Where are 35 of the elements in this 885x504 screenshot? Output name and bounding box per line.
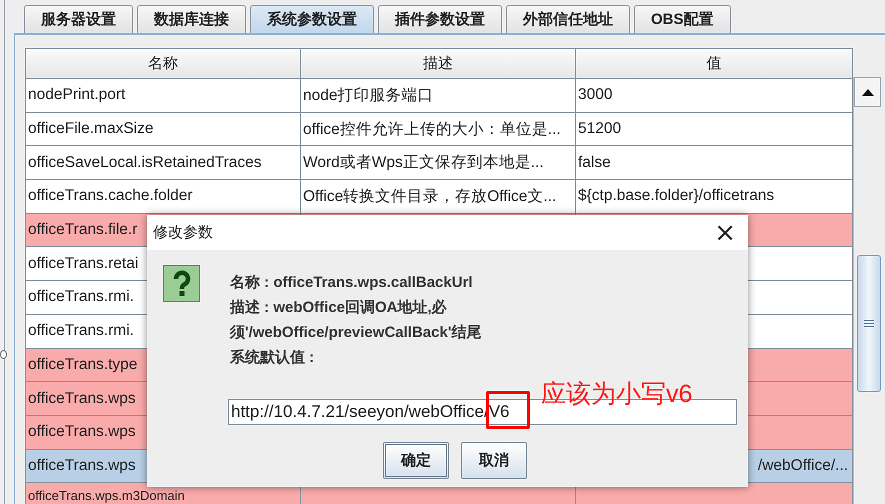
scrollbar-thumb[interactable] xyxy=(857,255,882,392)
up-arrow-icon xyxy=(862,88,874,96)
tab[interactable]: OBS配置 xyxy=(634,5,731,33)
question-icon xyxy=(163,265,201,303)
table-row[interactable]: officeSaveLocal.isRetainedTraces Word或者Wps正文保存到本地是... false xyxy=(26,146,852,180)
table-cell: officeFile.maxSize xyxy=(26,112,301,146)
tab[interactable]: 服务器设置 xyxy=(24,5,133,33)
table-row[interactable]: nodePrint.port node打印服务端口 3000 xyxy=(26,79,852,113)
tab[interactable]: 插件参数设置 xyxy=(378,5,502,33)
table-cell-text: false xyxy=(577,152,612,173)
column-header[interactable]: 名称 xyxy=(26,49,301,78)
table-cell-text: 3000 xyxy=(577,85,614,106)
dialog-title: 修改参数 xyxy=(153,223,213,242)
table-cell: node打印服务端口 xyxy=(301,79,576,112)
table-cell-text: ${ctp.base.folder}/officetrans xyxy=(577,186,776,206)
column-header[interactable]: 值 xyxy=(576,49,852,78)
table-cell: officeSaveLocal.isRetainedTraces xyxy=(26,146,301,180)
scroll-up-button[interactable] xyxy=(854,77,881,107)
table-cell: Word或者Wps正文保存到本地是... xyxy=(301,146,576,180)
tab[interactable]: 系统参数设置 xyxy=(250,5,374,33)
table-cell: office控件允许上传的大小：单位是... xyxy=(301,112,576,146)
cancel-button[interactable]: 取消 xyxy=(461,442,527,479)
table-cell: officeTrans.cache.folder xyxy=(26,180,301,213)
splitter-handle-icon[interactable] xyxy=(0,350,7,359)
ok-button[interactable]: 确定 xyxy=(383,442,449,479)
table-cell-text: 51200 xyxy=(577,119,622,140)
table-cell: nodePrint.port xyxy=(26,79,301,112)
close-button[interactable]: × xyxy=(710,220,740,246)
table-cell-text: /webOffice/... xyxy=(756,456,850,476)
column-header[interactable]: 描述 xyxy=(301,49,576,78)
table-row[interactable]: officeFile.maxSize office控件允许上传的大小：单位是... 51200 xyxy=(26,112,852,146)
tab[interactable]: 数据库连接 xyxy=(137,5,246,33)
table-cell: Office转换文件目录，存放Office文... xyxy=(301,180,576,213)
tab[interactable]: 外部信任地址 xyxy=(506,5,630,33)
table-row[interactable]: officeTrans.cache.folder Office转换文件目录，存放Office文... ${ctp.base.folder}/officetrans xyxy=(26,180,852,214)
